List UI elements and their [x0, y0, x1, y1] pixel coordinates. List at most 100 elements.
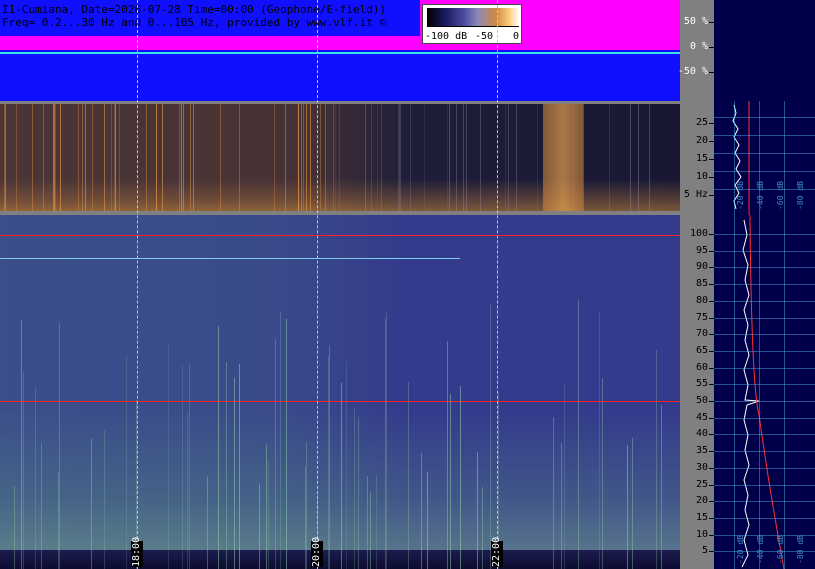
- spectrogram-streak: [91, 439, 92, 569]
- high-frequency-tick: 70: [680, 328, 714, 340]
- profile-gridline: [714, 350, 815, 352]
- profile-gridline: [714, 367, 815, 369]
- spectrogram-streak: [104, 104, 105, 211]
- high-frequency-tick: 65: [680, 345, 714, 357]
- spectrogram-streak: [477, 452, 478, 569]
- profile-gridline: [759, 215, 760, 569]
- spectrogram-streak: [339, 104, 340, 211]
- spectrogram-streak: [649, 104, 650, 211]
- profile-gridline: [714, 501, 815, 503]
- spectrogram-streak: [609, 104, 610, 211]
- spectrogram-streak: [325, 104, 326, 211]
- spectrogram-streak: [449, 104, 450, 211]
- spectrogram-streak: [365, 104, 366, 211]
- spectrogram-streak: [168, 343, 169, 569]
- profile-scale-label: -20 dB: [736, 181, 745, 210]
- spectrogram-streak: [146, 104, 147, 211]
- spectrogram-streak: [632, 438, 633, 569]
- profile-scale-label: -80 dB: [796, 535, 805, 564]
- spectrogram-streak: [21, 320, 22, 569]
- time-label-2000: 20:00: [311, 536, 323, 567]
- spectrogram-streak: [162, 104, 163, 211]
- color-scale-label-min: -100 dB: [425, 31, 468, 42]
- profile-gridline: [714, 300, 815, 302]
- high-frequency-axis: 100 95 90 85 80 75 70 65 60 55 50 45 40 35 30 25 20 15 10 5: [680, 215, 714, 569]
- time-label-1800: 18:00: [131, 536, 143, 567]
- spectrogram-streak: [578, 300, 579, 569]
- profile-gridline: [734, 101, 735, 215]
- color-scale-label-mid: -50: [475, 31, 494, 42]
- spectrogram-streak: [561, 443, 562, 569]
- spectrogram-streak: [367, 476, 368, 569]
- spectrogram-streak: [656, 350, 657, 569]
- spectrogram-streak: [104, 430, 105, 569]
- spectrogram-streak: [505, 104, 506, 211]
- low-frequency-axis: 25 20 15 10 5 Hz: [680, 101, 714, 215]
- spectrogram-streak: [32, 104, 33, 211]
- spectrogram-streak: [410, 104, 411, 211]
- spectrogram-streak: [516, 104, 517, 211]
- profile-gridline: [714, 334, 815, 336]
- spectrogram-streak: [508, 104, 509, 211]
- profile-gridline: [714, 467, 815, 469]
- spectrogram-streak: [111, 104, 112, 211]
- spectrogram-streak: [179, 104, 180, 211]
- spectrogram-streak: [385, 319, 386, 569]
- profile-gridline: [734, 215, 735, 569]
- spectrogram-streak: [92, 104, 93, 211]
- profile-gridline: [714, 284, 815, 286]
- low-frequency-tick: 10: [680, 171, 714, 183]
- high-frequency-tick: 95: [680, 245, 714, 257]
- time-marker-1800: [137, 0, 138, 569]
- line-93hz: [0, 258, 460, 259]
- time-label-2200: 22:00: [491, 536, 503, 567]
- amplitude-tick: 0 %: [680, 41, 714, 53]
- profile-gridline: [714, 171, 815, 172]
- spectrogram-streak: [408, 382, 409, 569]
- spectrogram-streak: [583, 104, 584, 211]
- low-frequency-profile-panel: -20 dB -40 dB -60 dB -80 dB: [714, 101, 815, 215]
- profile-scale-label: -20 dB: [736, 535, 745, 564]
- spectrogram-streak: [274, 104, 275, 211]
- profile-gridline: [714, 384, 815, 386]
- spectrogram-streak: [183, 104, 184, 211]
- profile-gridline: [714, 117, 815, 118]
- profile-gridline: [714, 317, 815, 319]
- spectrogram-streak: [638, 104, 639, 211]
- vlf-spectrogram-viewer: I1-Cumiana, Date=2026-07-28 Time=00:00 (…: [0, 0, 815, 569]
- spectrogram-streak: [207, 476, 208, 569]
- profile-scale-label: -60 dB: [776, 535, 785, 564]
- spectrogram-streak: [341, 383, 342, 569]
- spectrogram-streak: [239, 364, 240, 569]
- spectrogram-streak: [16, 104, 17, 211]
- low-frequency-tick: 5 Hz: [680, 189, 714, 201]
- high-frequency-tick: 75: [680, 312, 714, 324]
- time-marker-2200: [497, 0, 498, 569]
- spectrogram-streak: [450, 394, 451, 569]
- high-frequency-tick: 60: [680, 362, 714, 374]
- profile-gridline: [714, 401, 815, 402]
- spectrogram-streak: [305, 467, 306, 569]
- spectrogram-streak: [480, 104, 481, 211]
- profile-scale-label: -60 dB: [776, 181, 785, 210]
- spectrogram-streak: [220, 104, 221, 211]
- spectrogram-streak: [328, 356, 329, 569]
- station-title: I1-Cumiana, Date=2026-07-28 Time=00:00 (…: [2, 3, 387, 16]
- spectrogram-streak: [119, 104, 120, 211]
- spectrogram-streak: [306, 442, 307, 569]
- low-frequency-burst: [543, 104, 583, 211]
- spectrogram-streak: [189, 364, 190, 569]
- low-frequency-tick: 20: [680, 135, 714, 147]
- profile-scale-label: -80 dB: [796, 181, 805, 210]
- spectrogram-streak: [333, 104, 334, 211]
- high-frequency-tick: 80: [680, 295, 714, 307]
- spectrogram-streak: [386, 312, 387, 569]
- spectrogram-streak: [55, 104, 56, 211]
- spectrogram-streak: [259, 484, 260, 569]
- color-scale-gradient: [427, 8, 519, 26]
- high-frequency-tick: 100: [680, 228, 714, 240]
- profile-gridline: [714, 267, 815, 269]
- spectrogram-streak: [58, 472, 59, 569]
- amplitude-profile-panel: [714, 0, 815, 101]
- spectrogram-streak: [490, 305, 491, 569]
